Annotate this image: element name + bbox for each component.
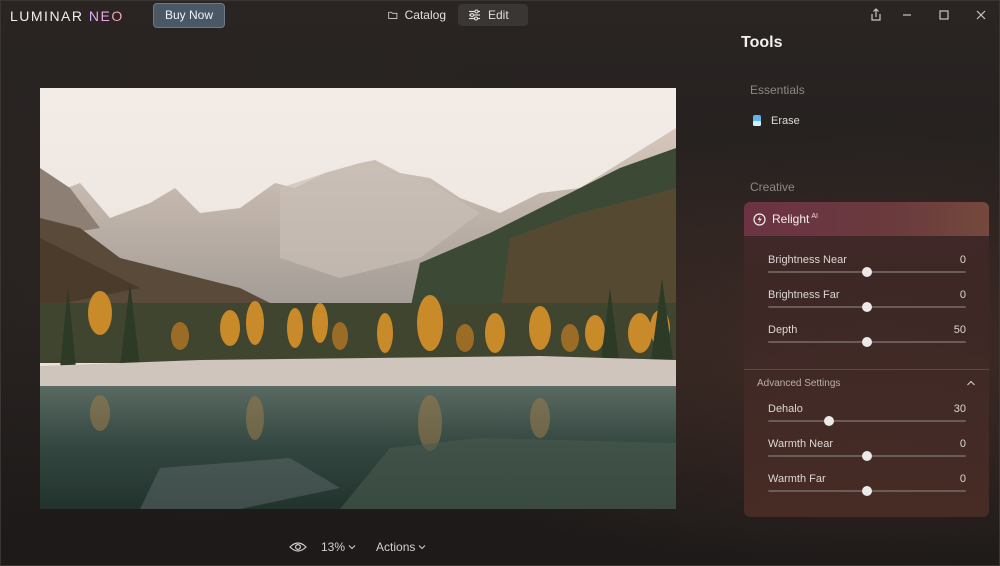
chevron-down-icon: [348, 545, 356, 550]
chevron-down-icon: [419, 545, 426, 550]
app-logo: LUMINAR NEO: [10, 8, 124, 24]
slider-label: Brightness Near: [768, 254, 847, 266]
slider-thumb[interactable]: [824, 416, 835, 426]
actions-label: Actions: [376, 540, 416, 554]
photo-canvas[interactable]: [40, 88, 676, 509]
slider-label: Warmth Far: [768, 473, 826, 485]
eye-icon[interactable]: [289, 541, 307, 553]
creative-label: Creative: [750, 180, 795, 194]
relight-tool-panel: Relight AI Brightness Near 0 Brightness F…: [744, 202, 989, 517]
slider-value: 0: [959, 289, 966, 301]
slider-thumb[interactable]: [862, 267, 872, 277]
minimize-icon[interactable]: [899, 7, 915, 23]
slider-value: 0: [959, 473, 966, 485]
tab-edit[interactable]: Edit: [458, 4, 528, 26]
tab-catalog-label: Catalog: [404, 8, 446, 22]
tool-erase[interactable]: Erase: [751, 114, 800, 127]
slider-brightness-near[interactable]: Brightness Near 0: [768, 254, 966, 284]
landscape-photo: [40, 88, 676, 509]
ai-badge: AI: [811, 213, 818, 220]
divider: [744, 369, 989, 370]
essentials-label: Essentials: [750, 83, 805, 97]
slider-warmth-far[interactable]: Warmth Far 0: [768, 473, 966, 503]
advanced-settings-label: Advanced Settings: [757, 378, 841, 389]
folder-icon: [388, 11, 398, 19]
slider-dehalo[interactable]: Dehalo 30: [768, 403, 966, 433]
erase-label: Erase: [771, 114, 800, 127]
slider-thumb[interactable]: [862, 337, 872, 347]
close-icon[interactable]: [973, 7, 989, 23]
advanced-settings-toggle[interactable]: Advanced Settings: [757, 378, 977, 389]
slider-value: 50: [953, 324, 966, 336]
bottom-bar: 13% Actions: [289, 536, 426, 558]
panel-title: Tools: [741, 34, 783, 51]
chevron-up-icon: [967, 380, 975, 386]
slider-depth[interactable]: Depth 50: [768, 324, 966, 354]
slider-value: 0: [959, 438, 966, 450]
slider-value: 30: [953, 403, 966, 415]
share-icon[interactable]: [868, 7, 884, 23]
tab-catalog[interactable]: Catalog: [378, 4, 456, 26]
slider-thumb[interactable]: [862, 451, 872, 461]
buy-now-button[interactable]: Buy Now: [153, 3, 225, 28]
slider-label: Dehalo: [768, 403, 803, 415]
relight-header[interactable]: Relight AI: [744, 202, 989, 236]
zoom-dropdown[interactable]: 13%: [321, 540, 356, 554]
slider-value: 0: [959, 254, 966, 266]
slider-thumb[interactable]: [862, 302, 872, 312]
slider-track[interactable]: [768, 420, 966, 422]
relight-title: Relight: [772, 212, 810, 226]
zoom-value: 13%: [321, 540, 346, 554]
slider-label: Depth: [768, 324, 798, 336]
actions-dropdown[interactable]: Actions: [376, 540, 426, 554]
slider-warmth-near[interactable]: Warmth Near 0: [768, 438, 966, 468]
slider-thumb[interactable]: [862, 486, 872, 496]
top-bar: LUMINAR NEO Buy Now Catalog Edit: [1, 1, 1000, 31]
relight-icon: [753, 212, 766, 226]
maximize-icon[interactable]: [936, 7, 952, 23]
eraser-icon: [753, 115, 761, 126]
tab-edit-label: Edit: [488, 8, 509, 22]
slider-label: Warmth Near: [768, 438, 833, 450]
sliders-icon: [469, 9, 480, 21]
app-window: LUMINAR NEO Buy Now Catalog Edit 13% Act…: [0, 0, 1000, 566]
slider-label: Brightness Far: [768, 289, 840, 301]
slider-brightness-far[interactable]: Brightness Far 0: [768, 289, 966, 319]
